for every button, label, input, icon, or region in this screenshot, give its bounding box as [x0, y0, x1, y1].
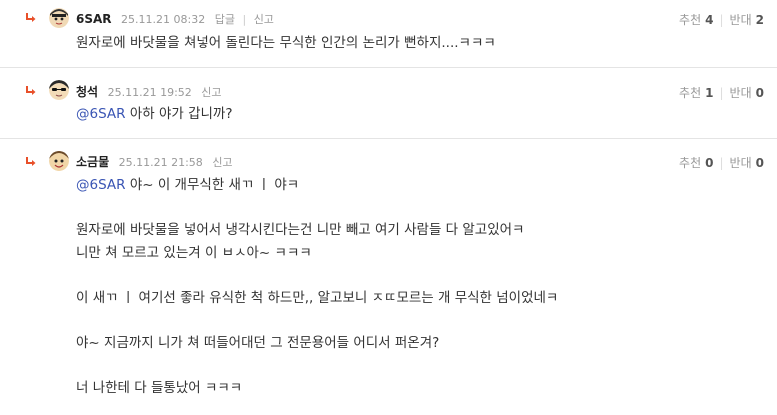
- comment-date: 25.11.21 19:52: [107, 86, 192, 99]
- vote-divider: |: [719, 156, 724, 170]
- comment-line: 원자로에 바닷물을 넣어서 냉각시킨다는건 니만 빼고 여기 사람들 다 알고있…: [76, 222, 525, 239]
- nickname[interactable]: 청석: [76, 85, 98, 99]
- comment-body: 원자로에 바닷물을 쳐넣어 돌린다는 무식한 인간의 논리가 뻔하지....ㅋㅋ…: [76, 32, 496, 55]
- reply-arrow-icon: [26, 157, 36, 166]
- separator: |: [242, 13, 247, 26]
- oppose-count: 0: [755, 86, 764, 100]
- reply-arrow-icon: [26, 13, 36, 22]
- comment-body: @6SAR 야~ 이 개무식한 새ㄲ ㅣ 야ㅋ 원자로에 바닷물을 넣어서 냉각…: [76, 174, 558, 400]
- recommend-button[interactable]: 추천 0: [679, 156, 713, 170]
- recommend-button[interactable]: 추천 4: [679, 13, 713, 27]
- avatar[interactable]: [49, 80, 69, 100]
- comment-meta: 청석 25.11.21 19:52 신고: [76, 83, 222, 100]
- comment-body: @6SAR 아하 야가 갑니까?: [76, 103, 233, 126]
- comment-date: 25.11.21 08:32: [121, 13, 206, 26]
- nickname[interactable]: 6SAR: [76, 12, 112, 26]
- vote-box: 추천 0 | 반대 0: [679, 154, 764, 171]
- comment-line: 너 나한테 다 들통났어 ㅋㅋㅋ: [76, 380, 243, 397]
- oppose-label: 반대: [729, 86, 752, 100]
- comment-text-content: 야~ 이 개무식한 새ㄲ ㅣ 야ㅋ: [125, 177, 300, 193]
- nickname[interactable]: 소금물: [76, 155, 109, 169]
- comment-text-content: 아하 야가 갑니까?: [125, 106, 233, 122]
- recommend-count: 1: [705, 86, 714, 100]
- mention-link[interactable]: @6SAR: [76, 106, 126, 122]
- report-link[interactable]: 신고: [212, 156, 232, 169]
- oppose-count: 0: [755, 156, 764, 170]
- comment-meta: 소금물 25.11.21 21:58 신고: [76, 153, 233, 170]
- comment-line: [76, 264, 558, 287]
- avatar-face-icon: [49, 80, 69, 100]
- avatar[interactable]: [49, 151, 69, 171]
- comment-line: 니만 쳐 모르고 있는겨 이 ㅂㅅ아~ ㅋㅋㅋ: [76, 244, 312, 261]
- reply-link[interactable]: 답글: [215, 13, 235, 26]
- vote-box: 추천 1 | 반대 0: [679, 84, 764, 101]
- comment-list: 6SAR 25.11.21 08:32 답글 | 신고 추천 4 | 반대 2 원자로에…: [0, 0, 777, 415]
- comment-text: @6SAR 야~ 이 개무식한 새ㄲ ㅣ 야ㅋ: [76, 174, 558, 197]
- avatar-face-icon: [49, 8, 69, 28]
- vote-divider: |: [719, 13, 724, 27]
- oppose-button[interactable]: 반대 2: [730, 13, 764, 27]
- recommend-count: 0: [705, 156, 714, 170]
- vote-divider: |: [719, 86, 724, 100]
- comment-line: [76, 355, 558, 378]
- recommend-label: 추천: [679, 86, 702, 100]
- reply-arrow-icon: [26, 86, 36, 95]
- comment-text: 원자로에 바닷물을 쳐넣어 돌린다는 무식한 인간의 논리가 뻔하지....ㅋㅋ…: [76, 35, 496, 51]
- report-link[interactable]: 신고: [254, 13, 274, 26]
- mention-link[interactable]: @6SAR: [76, 177, 126, 193]
- avatar-face-icon: [49, 151, 69, 171]
- report-link[interactable]: 신고: [201, 86, 221, 99]
- oppose-button[interactable]: 반대 0: [730, 86, 764, 100]
- comment-item: 청석 25.11.21 19:52 신고 추천 1 | 반대 0 @6SAR 아하 야가…: [0, 68, 777, 139]
- avatar[interactable]: [49, 8, 69, 28]
- vote-box: 추천 4 | 반대 2: [679, 11, 764, 28]
- comment-text: @6SAR 아하 야가 갑니까?: [76, 103, 233, 126]
- recommend-count: 4: [705, 13, 714, 27]
- comment-line: 이 새ㄲ ㅣ 여기선 좋라 유식한 척 하드만,, 알고보니 ㅈㄸ모르는 개 무…: [76, 289, 559, 306]
- oppose-label: 반대: [729, 156, 752, 170]
- comment-date: 25.11.21 21:58: [118, 156, 203, 169]
- comment-line: [76, 197, 558, 220]
- recommend-button[interactable]: 추천 1: [679, 86, 713, 100]
- comment-line: [76, 310, 558, 333]
- comment-line: 야~ 지금까지 니가 쳐 떠들어대던 그 전문용어들 어디서 퍼온겨?: [76, 335, 440, 352]
- oppose-count: 2: [755, 13, 764, 27]
- recommend-label: 추천: [679, 156, 702, 170]
- comment-item: 6SAR 25.11.21 08:32 답글 | 신고 추천 4 | 반대 2 원자로에…: [0, 0, 777, 68]
- comment-meta: 6SAR 25.11.21 08:32 답글 | 신고: [76, 11, 274, 27]
- oppose-button[interactable]: 반대 0: [730, 156, 764, 170]
- recommend-label: 추천: [679, 13, 702, 27]
- comment-item: 소금물 25.11.21 21:58 신고 추천 0 | 반대 0 @6SAR 야~ 이…: [0, 139, 777, 415]
- oppose-label: 반대: [729, 13, 752, 27]
